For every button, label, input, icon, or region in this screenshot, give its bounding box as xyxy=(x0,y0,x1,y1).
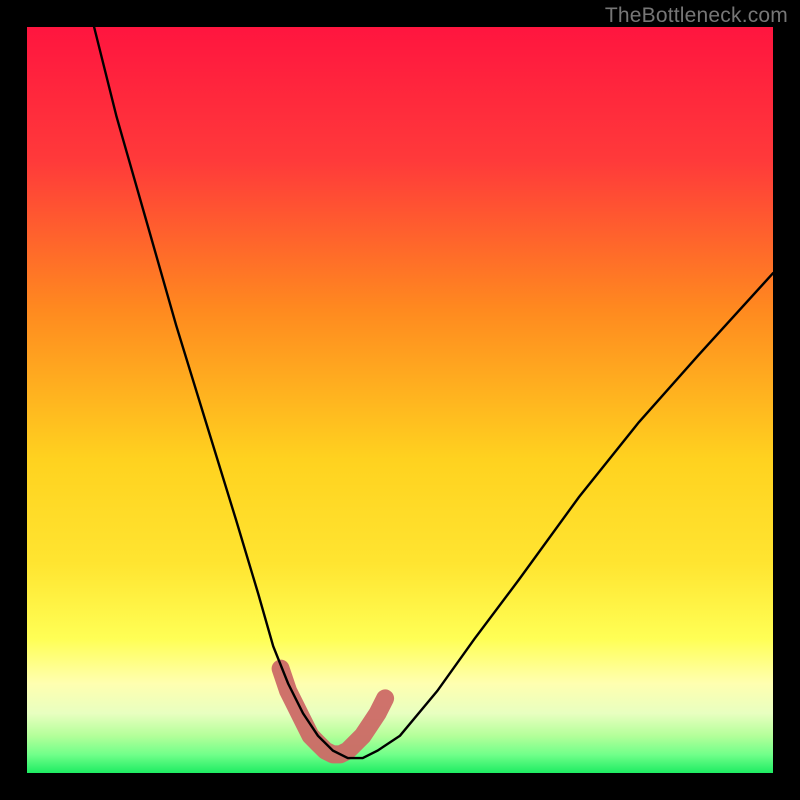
plot-area xyxy=(27,27,773,773)
chart-svg xyxy=(27,27,773,773)
outer-frame: TheBottleneck.com xyxy=(0,0,800,800)
bottleneck-curve xyxy=(94,27,773,758)
marker-band xyxy=(281,669,386,755)
watermark-label: TheBottleneck.com xyxy=(605,4,788,28)
